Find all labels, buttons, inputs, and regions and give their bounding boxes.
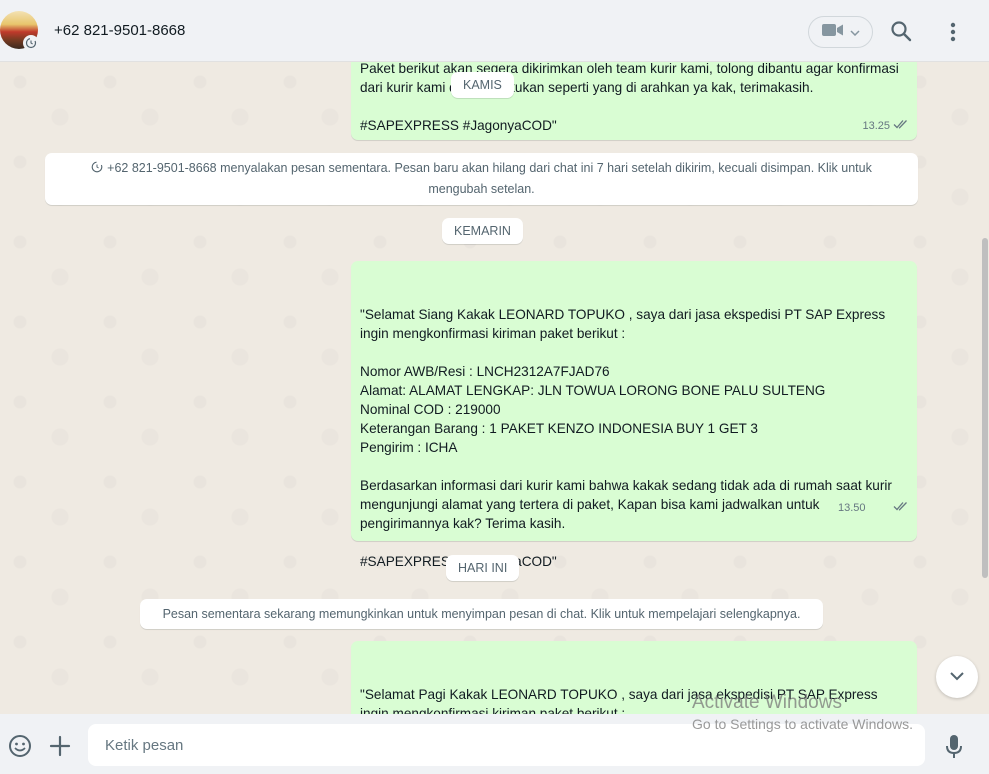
disappearing-notice[interactable]: +62 821-9501-8668 menyalakan pesan semen… [45, 153, 918, 205]
message-text: dari kurir kami dapat dilakukan seperti … [360, 80, 814, 95]
message-text: #SAPEXPRESS #JagonyaCOD" [360, 118, 557, 133]
message-text: "Selamat Siang Kakak LEONARD TOPUKO , sa… [360, 307, 892, 569]
notice-text: +62 821-9501-8668 menyalakan pesan semen… [107, 161, 872, 196]
message-meta: 13.25 [862, 117, 909, 136]
scroll-to-bottom-button[interactable] [936, 656, 978, 698]
double-check-icon [869, 480, 909, 537]
message-input[interactable] [88, 724, 925, 766]
double-check-icon [893, 117, 909, 136]
timer-icon [91, 159, 103, 179]
mic-icon[interactable] [944, 734, 964, 760]
message-text: "Selamat Pagi Kakak LEONARD TOPUKO , say… [360, 687, 878, 714]
video-icon [821, 23, 844, 42]
emoji-icon[interactable] [8, 734, 32, 758]
plus-icon[interactable] [49, 735, 71, 757]
info-notice[interactable]: Pesan sementara sekarang memungkinkan un… [140, 599, 823, 629]
chat-area[interactable]: Paket berikut akan segera dikirimkan ole… [0, 62, 989, 714]
compose-bar [0, 714, 989, 774]
chat-scrollbar[interactable] [982, 238, 988, 578]
video-call-button[interactable] [808, 16, 873, 48]
chevron-down-icon [949, 668, 965, 686]
chat-header: +62 821-9501-8668 [0, 0, 989, 62]
message-bubble-outgoing[interactable]: "Selamat Siang Kakak LEONARD TOPUKO , sa… [351, 261, 917, 569]
timer-icon [23, 35, 39, 51]
search-icon[interactable] [890, 20, 914, 44]
message-time: 13.50 [838, 502, 866, 514]
message-bubble-outgoing[interactable]: "Selamat Pagi Kakak LEONARD TOPUKO , say… [351, 641, 917, 714]
message-text: Paket berikut akan segera dikirimkan ole… [360, 62, 899, 76]
message-meta: 13.50 [838, 480, 909, 537]
menu-icon[interactable] [942, 20, 964, 44]
date-separator: KEMARIN [442, 218, 523, 244]
contact-name[interactable]: +62 821-9501-8668 [54, 22, 185, 39]
message-time: 13.25 [862, 120, 890, 132]
date-separator: HARI INI [446, 555, 520, 581]
date-separator: KAMIS [451, 72, 514, 98]
message-bubble-outgoing[interactable]: Paket berikut akan segera dikirimkan ole… [351, 62, 917, 140]
chevron-down-icon [849, 23, 860, 41]
